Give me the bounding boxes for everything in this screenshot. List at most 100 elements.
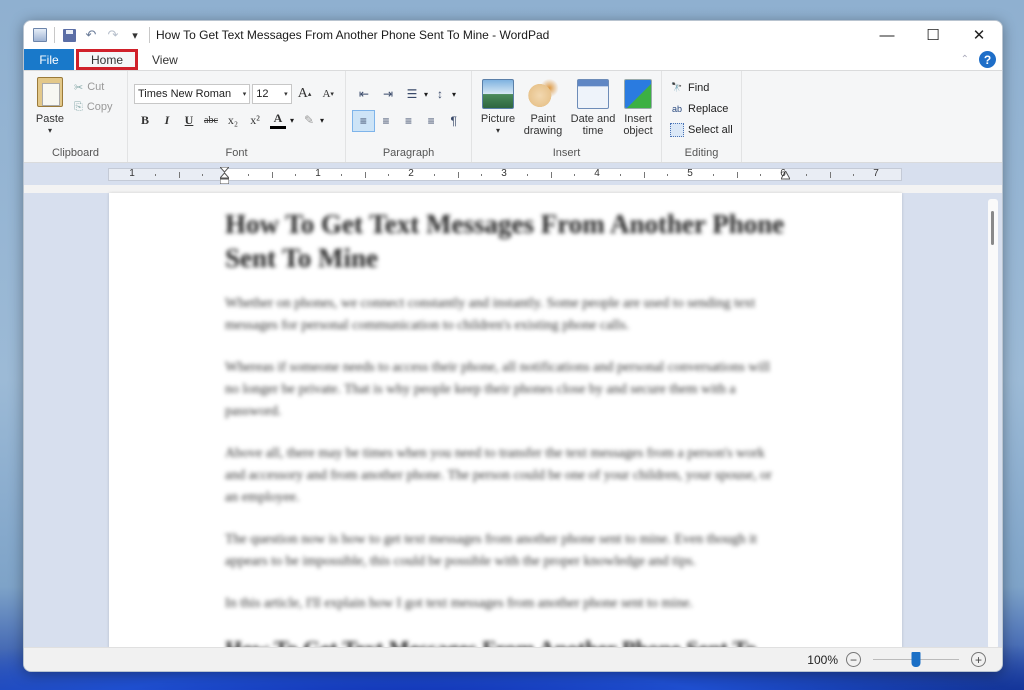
cut-button[interactable]: ✂ Cut — [74, 77, 113, 97]
tab-home[interactable]: Home — [76, 49, 138, 70]
paragraph-row-2: ≡ ≡ ≡ ≡ ¶ — [352, 110, 465, 132]
paragraph-group: ⇤ ⇥ ☰ ▾ ↕ ▾ ≡ ≡ ≡ ≡ ¶ Paragraph — [346, 71, 472, 162]
date-label-line2: time — [582, 125, 604, 137]
find-button[interactable]: 🔭 Find — [670, 77, 735, 98]
picture-dropdown-icon[interactable]: ▾ — [496, 125, 500, 137]
save-icon[interactable] — [61, 27, 77, 43]
text-color-button[interactable]: A — [270, 111, 286, 129]
tabs-right-controls: ⌃ ? — [961, 51, 996, 68]
tab-view[interactable]: View — [138, 49, 192, 70]
ruler-tick — [759, 174, 761, 176]
increase-indent-button[interactable]: ⇥ — [376, 83, 400, 105]
subscript-button[interactable]: x₂ — [222, 110, 244, 130]
paste-label: Paste — [35, 113, 65, 125]
document-heading: How To Get Text Messages From Another Ph… — [225, 209, 785, 273]
maximize-button[interactable]: ☐ — [910, 21, 956, 49]
text-color-dropdown-icon[interactable]: ▾ — [290, 116, 294, 125]
find-label: Find — [688, 81, 710, 94]
help-icon[interactable]: ? — [979, 51, 996, 68]
paragraph-settings-button[interactable]: ¶ — [442, 110, 465, 132]
ruler-tick — [666, 174, 668, 176]
insert-object-icon — [624, 79, 652, 109]
paint-label-line1: Paint — [530, 113, 556, 125]
grow-font-button[interactable]: A ▴ — [294, 84, 316, 104]
italic-button[interactable]: I — [156, 110, 178, 130]
document-page[interactable]: How To Get Text Messages From Another Ph… — [109, 193, 902, 649]
picture-button[interactable]: Picture ▾ — [478, 79, 518, 137]
wordpad-window: ↶ ↷ ▾ How To Get Text Messages From Anot… — [23, 20, 1003, 672]
paste-button[interactable]: Paste ▾ — [34, 77, 66, 137]
left-indent-marker[interactable] — [220, 167, 229, 184]
paragraph-row-1: ⇤ ⇥ ☰ ▾ ↕ ▾ — [352, 83, 465, 105]
underline-button[interactable]: U — [178, 110, 200, 130]
strikethrough-button[interactable]: abc — [200, 110, 222, 130]
font-size-select[interactable]: 12 ▾ — [252, 84, 292, 104]
paint-palette-icon — [527, 79, 559, 109]
select-all-button[interactable]: Select all — [670, 119, 735, 140]
ruler-tick — [573, 174, 575, 176]
replace-button[interactable]: ab Replace — [670, 98, 735, 119]
ruler-tick — [620, 174, 622, 176]
paragraph-group-label: Paragraph — [382, 147, 435, 159]
paint-drawing-button[interactable]: Paint drawing — [520, 79, 566, 137]
ruler-tick — [155, 174, 157, 176]
font-size-value: 12 — [256, 88, 269, 100]
superscript-button[interactable]: x² — [244, 110, 266, 130]
shrink-font-button[interactable]: A ▾ — [317, 84, 339, 104]
line-spacing-button[interactable]: ↕ — [428, 83, 452, 105]
close-button[interactable]: ✕ — [956, 21, 1002, 49]
chevron-down-icon: ▾ — [284, 91, 288, 98]
zoom-slider-thumb[interactable] — [911, 651, 921, 667]
bold-button[interactable]: B — [134, 110, 156, 130]
copy-label: Copy — [86, 101, 113, 113]
ruler-number: 1 — [315, 168, 321, 179]
redo-icon[interactable]: ↷ — [105, 27, 121, 43]
highlight-dropdown-icon[interactable]: ▾ — [320, 116, 324, 125]
align-center-button[interactable]: ≡ — [375, 110, 398, 132]
highlight-button[interactable]: ✎ — [298, 110, 320, 130]
scrollbar-thumb[interactable] — [991, 211, 994, 245]
ruler-tick — [341, 174, 343, 176]
date-time-button[interactable]: Date and time — [568, 79, 618, 137]
tab-file[interactable]: File — [24, 49, 74, 70]
insert-group: Picture ▾ Paint drawing Date and time In… — [472, 71, 662, 162]
justify-button[interactable]: ≡ — [420, 110, 443, 132]
ruler[interactable]: 1 1 2 3 4 5 6 7 — [108, 167, 902, 184]
ruler-tick — [806, 174, 808, 176]
minimize-button[interactable]: — — [864, 21, 910, 49]
collapse-ribbon-icon[interactable]: ⌃ — [961, 54, 969, 65]
vertical-scrollbar[interactable] — [988, 199, 998, 649]
align-right-button[interactable]: ≡ — [397, 110, 420, 132]
date-label-line1: Date and — [570, 113, 616, 125]
editing-group-label: Editing — [684, 147, 719, 159]
document-paragraph: Whereas if someone needs to access their… — [225, 360, 771, 419]
ruler-tick — [178, 172, 180, 178]
insert-object-button[interactable]: Insert object — [618, 79, 658, 137]
object-label-line2: object — [623, 125, 653, 137]
bullets-button[interactable]: ☰ — [400, 83, 424, 105]
ruler-tick — [643, 172, 645, 178]
line-spacing-dropdown-icon[interactable]: ▾ — [452, 90, 456, 99]
paste-dropdown-icon[interactable]: ▾ — [48, 125, 52, 137]
zoom-in-button[interactable]: + — [971, 652, 986, 667]
qat-divider — [54, 27, 55, 43]
font-group: Times New Roman ▾ 12 ▾ A ▴ A ▾ B I U abc x… — [128, 71, 346, 162]
decrease-indent-button[interactable]: ⇤ — [352, 83, 376, 105]
undo-icon[interactable]: ↶ — [83, 27, 99, 43]
align-left-button[interactable]: ≡ — [352, 110, 375, 132]
zoom-slider[interactable] — [873, 651, 959, 668]
customize-qat-dropdown-icon[interactable]: ▾ — [127, 27, 143, 43]
font-family-select[interactable]: Times New Roman ▾ — [134, 84, 251, 104]
shrink-font-icon: A — [322, 88, 331, 100]
font-format-row: B I U abc x₂ x² A ▾ ✎ ▾ — [134, 110, 339, 130]
zoom-out-button[interactable]: − — [846, 652, 861, 667]
app-menu-icon[interactable] — [32, 27, 48, 43]
grow-font-icon: A — [297, 86, 308, 101]
quick-access-toolbar: ↶ ↷ ▾ — [24, 27, 150, 43]
document-paragraph: Whether on phones, we connect constantly… — [225, 296, 756, 333]
copy-button[interactable]: ⎘ Copy — [74, 97, 113, 117]
clipboard-icon — [37, 77, 63, 107]
ruler-number: 5 — [687, 168, 693, 179]
ruler-tick — [364, 172, 366, 178]
ruler-tick — [248, 174, 250, 176]
